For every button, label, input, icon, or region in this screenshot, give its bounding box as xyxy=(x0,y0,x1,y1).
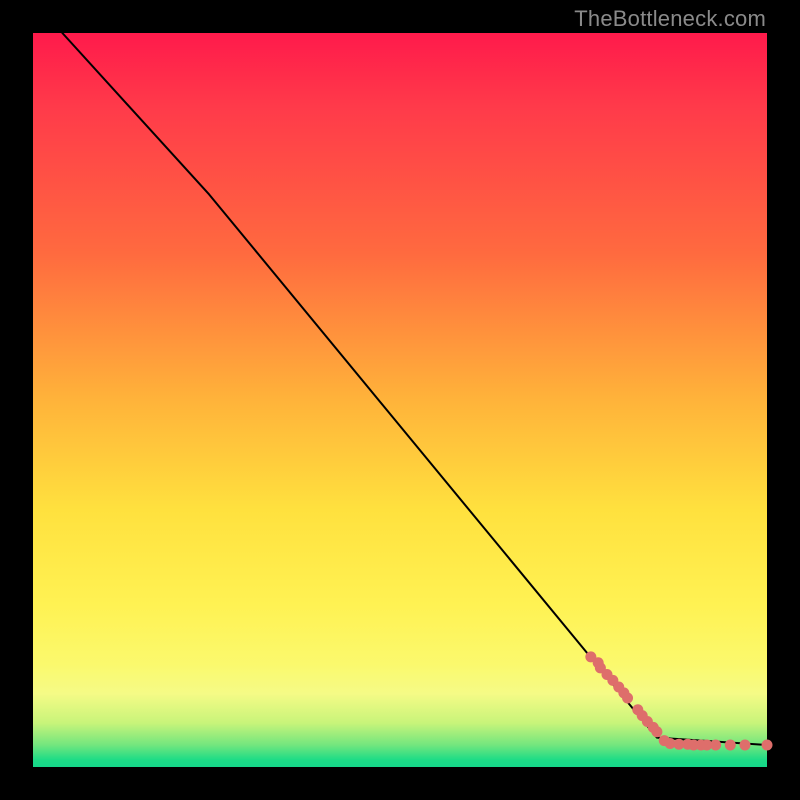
attribution-label: TheBottleneck.com xyxy=(574,6,766,32)
scatter-point xyxy=(762,739,773,750)
scatter-point xyxy=(725,739,736,750)
scatter-point xyxy=(710,739,721,750)
scatter-series xyxy=(585,651,772,750)
scatter-point xyxy=(622,693,633,704)
chart-overlay xyxy=(33,33,767,767)
chart-frame: TheBottleneck.com xyxy=(0,0,800,800)
scatter-point xyxy=(739,739,750,750)
scatter-point xyxy=(651,726,662,737)
line-series xyxy=(62,33,767,745)
